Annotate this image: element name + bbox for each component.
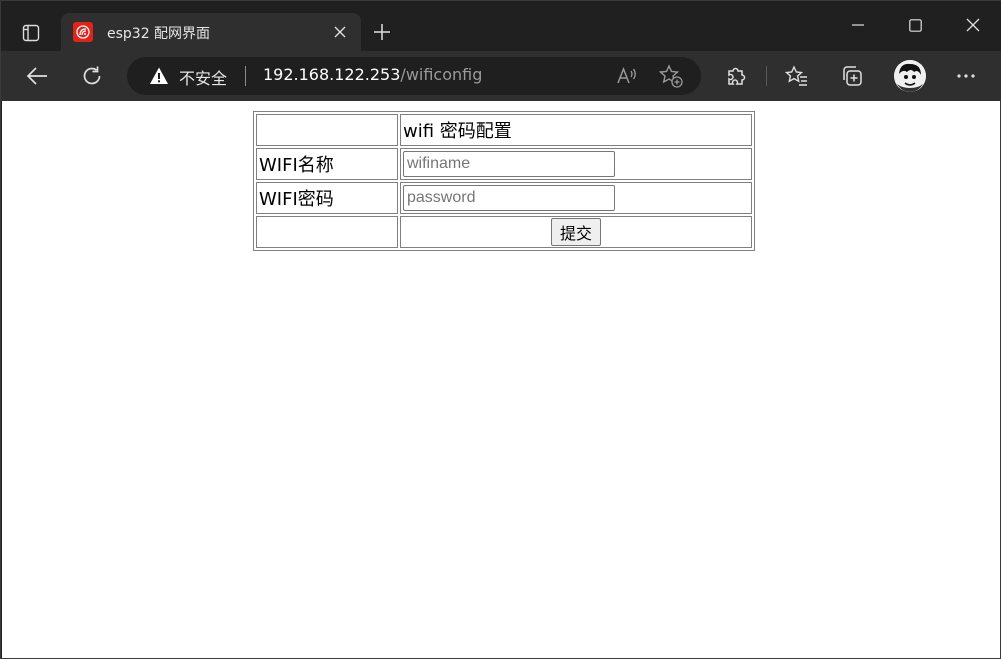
url-text[interactable]: 192.168.122.253/wificonfig bbox=[263, 65, 482, 84]
tab-active[interactable]: esp32 配网界面 bbox=[61, 13, 361, 51]
wifi-password-input[interactable] bbox=[403, 185, 615, 211]
espressif-logo-icon bbox=[73, 22, 93, 42]
wifi-password-label: WIFI密码 bbox=[256, 182, 398, 214]
collections-button[interactable] bbox=[835, 59, 869, 93]
favorites-icon bbox=[785, 65, 807, 86]
wifi-name-input[interactable] bbox=[403, 151, 615, 177]
window-close-button[interactable] bbox=[950, 5, 996, 45]
favorites-button[interactable] bbox=[780, 59, 814, 93]
wifi-config-table: wifi 密码配置 WIFI名称 WIFI密码 提交 bbox=[253, 111, 755, 251]
table-row: WIFI名称 bbox=[256, 148, 752, 180]
form-header: wifi 密码配置 bbox=[400, 114, 752, 146]
table-cell bbox=[400, 148, 752, 180]
navigation-toolbar: 不安全 192.168.122.253/wificonfig bbox=[1, 51, 1001, 101]
close-icon bbox=[334, 26, 346, 38]
avatar-image bbox=[894, 60, 926, 92]
url-path: /wificonfig bbox=[400, 65, 483, 84]
url-host: 192.168.122.253 bbox=[263, 65, 401, 84]
address-divider bbox=[245, 66, 246, 86]
profile-avatar[interactable] bbox=[894, 60, 926, 92]
more-icon bbox=[957, 74, 975, 78]
extensions-button[interactable] bbox=[719, 59, 753, 93]
page-content: wifi 密码配置 WIFI名称 WIFI密码 提交 bbox=[2, 101, 1000, 658]
security-label[interactable]: 不安全 bbox=[179, 65, 227, 89]
read-aloud-icon bbox=[617, 66, 636, 84]
maximize-icon bbox=[908, 18, 922, 32]
refresh-button[interactable] bbox=[75, 59, 109, 93]
submit-button[interactable]: 提交 bbox=[550, 218, 601, 246]
read-aloud-button[interactable] bbox=[615, 64, 639, 88]
star-add-icon bbox=[659, 64, 683, 88]
table-row: wifi 密码配置 bbox=[256, 114, 752, 146]
wifi-name-label: WIFI名称 bbox=[256, 148, 398, 180]
toolbar-divider bbox=[766, 66, 767, 86]
minimize-icon bbox=[852, 24, 864, 26]
table-row: 提交 bbox=[256, 216, 752, 248]
back-arrow-icon bbox=[26, 67, 47, 85]
table-cell-empty bbox=[256, 114, 398, 146]
table-cell bbox=[400, 182, 752, 214]
tab-actions-button[interactable] bbox=[13, 15, 49, 51]
table-cell: 提交 bbox=[400, 216, 752, 248]
maximize-button[interactable] bbox=[892, 5, 938, 45]
refresh-icon bbox=[83, 66, 101, 85]
collections-icon bbox=[843, 66, 862, 86]
table-cell-empty bbox=[256, 216, 398, 248]
puzzle-icon bbox=[728, 67, 746, 85]
minimize-button[interactable] bbox=[835, 5, 881, 45]
tab-title: esp32 配网界面 bbox=[107, 26, 211, 42]
tab-actions-icon bbox=[22, 24, 40, 42]
close-icon bbox=[966, 18, 980, 32]
plus-icon bbox=[374, 24, 390, 40]
warning-icon[interactable] bbox=[149, 66, 169, 86]
address-bar[interactable]: 不安全 192.168.122.253/wificonfig bbox=[127, 57, 701, 95]
browser-window: esp32 配网界面 不安全 192.168.122.253/wificonfi… bbox=[0, 0, 1001, 659]
back-button[interactable] bbox=[20, 59, 54, 93]
add-favorite-button[interactable] bbox=[659, 64, 683, 88]
table-row: WIFI密码 bbox=[256, 182, 752, 214]
new-tab-button[interactable] bbox=[367, 17, 397, 47]
settings-more-button[interactable] bbox=[949, 59, 983, 93]
tab-bar: esp32 配网界面 bbox=[1, 1, 1001, 51]
tab-close-button[interactable] bbox=[329, 21, 351, 43]
